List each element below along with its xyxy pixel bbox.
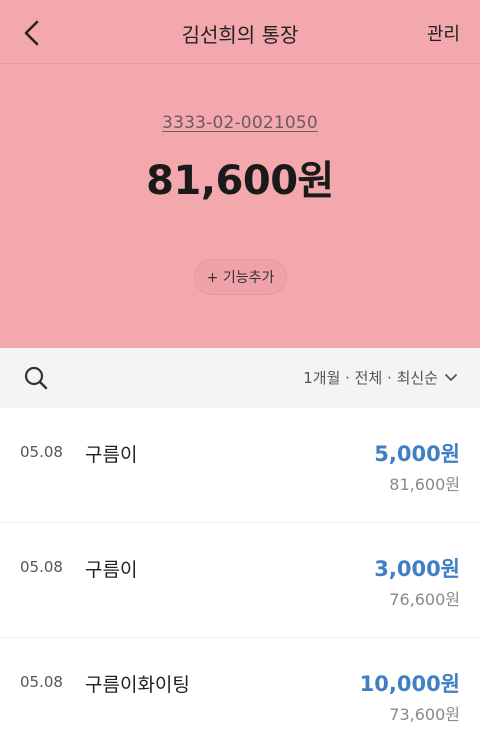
transaction-balance: 73,600원 — [389, 705, 460, 724]
transaction-amount: 3,000원 — [374, 557, 460, 581]
back-button[interactable] — [14, 16, 48, 50]
search-icon — [24, 366, 48, 390]
filter-bar: 1개월 · 전체 · 최신순 — [0, 348, 480, 408]
transaction-date: 05.08 — [20, 673, 63, 691]
transaction-name: 구름이 — [85, 559, 138, 581]
search-button[interactable] — [22, 364, 50, 392]
page-title: 김선희의 통장 — [181, 23, 299, 47]
transaction-balance: 81,600원 — [389, 475, 460, 494]
transaction-balance: 76,600원 — [389, 590, 460, 609]
transaction-name: 구름이화이팅 — [85, 674, 190, 696]
transaction-row[interactable]: 05.08 구름이 3,000원 76,600원 — [0, 523, 480, 638]
account-number-row: 3333-02-0021050 — [0, 113, 480, 133]
account-header-area: 김선희의 통장 관리 3333-02-0021050 81,600원 + 기능추… — [0, 0, 480, 348]
transaction-date: 05.08 — [20, 443, 63, 461]
add-feature-button[interactable]: + 기능추가 — [194, 259, 287, 295]
account-balance: 81,600원 — [146, 158, 334, 204]
filter-dropdown[interactable]: 1개월 · 전체 · 최신순 — [303, 367, 458, 388]
transaction-row[interactable]: 05.08 구름이화이팅 10,000원 73,600원 — [0, 638, 480, 750]
top-bar: 김선희의 통장 관리 — [0, 0, 480, 64]
chevron-left-icon — [24, 20, 39, 46]
transaction-amount: 10,000원 — [359, 672, 460, 696]
chevron-down-icon — [445, 373, 457, 381]
account-number[interactable]: 3333-02-0021050 — [162, 113, 318, 133]
filter-label: 1개월 · 전체 · 최신순 — [303, 369, 438, 387]
transaction-name: 구름이 — [85, 444, 138, 466]
transaction-amount: 5,000원 — [374, 442, 460, 466]
transaction-date: 05.08 — [20, 558, 63, 576]
manage-button[interactable]: 관리 — [427, 20, 460, 46]
transaction-row[interactable]: 05.08 구름이 5,000원 81,600원 — [0, 408, 480, 523]
